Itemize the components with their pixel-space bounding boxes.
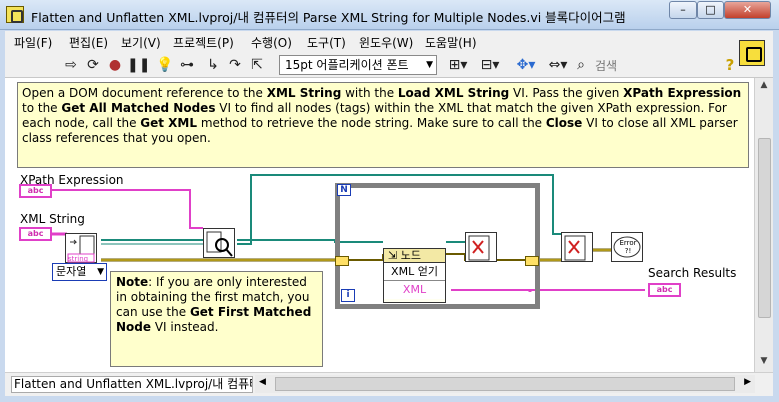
labview-app-icon [6, 6, 24, 23]
vi-icon[interactable] [739, 40, 765, 66]
minimize-button[interactable]: – [669, 1, 697, 19]
horizontal-scrollbar[interactable]: ◀ ▶ [255, 375, 755, 393]
close-x-icon [468, 235, 490, 261]
xml-string-label: XML String [20, 212, 85, 226]
menu-bar: 파일(F) 편집(E) 보기(V) 프로젝트(P) 수행(O) 도구(T) 윈도… [5, 31, 773, 53]
help-icon[interactable]: ? [721, 56, 739, 75]
invoke-node-get-xml[interactable]: ⇲ 노드 XML 얻기 XML [383, 248, 446, 303]
invoke-output: XML [384, 281, 445, 299]
enum-dropdown-icon: ▼ [97, 267, 104, 277]
scroll-left-icon[interactable]: ◀ [259, 377, 266, 387]
menu-edit[interactable]: 편집(E) [69, 34, 108, 51]
xpath-expression-control[interactable]: abc [19, 184, 52, 198]
close-document-subvi[interactable] [561, 232, 593, 262]
pause-icon[interactable]: ❚❚ [127, 56, 150, 75]
menu-help[interactable]: 도움말(H) [425, 34, 477, 51]
scroll-thumb[interactable] [758, 138, 771, 318]
step-into-icon[interactable]: ↳ [203, 56, 223, 75]
title-bar: Flatten and Unflatten XML.lvproj/내 컴퓨터의 … [0, 0, 779, 30]
project-path: Flatten and Unflatten XML.lvproj/내 컴퓨터 [11, 376, 253, 393]
xml-string-control[interactable]: abc [19, 227, 52, 241]
menu-tools[interactable]: 도구(T) [307, 34, 346, 51]
scroll-up-icon[interactable]: ▲ [757, 80, 771, 94]
loop-count-terminal[interactable]: N [337, 184, 351, 196]
menu-file[interactable]: 파일(F) [14, 34, 52, 51]
close-node-subvi[interactable] [465, 232, 497, 262]
arrow-icon: ⇲ [388, 249, 401, 262]
align-objects-icon[interactable]: ⊞▾ [445, 56, 471, 75]
scroll-down-icon[interactable]: ▼ [757, 356, 771, 370]
window-title: Flatten and Unflatten XML.lvproj/내 컴퓨터의 … [31, 10, 626, 25]
node-type-enum[interactable]: 문자열 ▼ [52, 263, 107, 281]
step-over-icon[interactable]: ↷ [225, 56, 245, 75]
font-selector-value: 15pt 어플리케이션 폰트 [285, 58, 409, 72]
shift-register-left[interactable] [335, 256, 349, 266]
menu-window[interactable]: 윈도우(W) [359, 34, 413, 51]
block-diagram[interactable]: Open a DOM document reference to the XML… [5, 78, 754, 372]
shift-register-right[interactable] [525, 256, 539, 266]
run-continuously-icon[interactable]: ⟳ [83, 56, 103, 75]
close-x-icon [564, 235, 586, 261]
reorder-icon[interactable]: ✥▾ [513, 56, 539, 75]
font-selector[interactable]: 15pt 어플리케이션 폰트 ▼ [279, 55, 437, 75]
invoke-method: XML 얻기 [384, 263, 445, 281]
distribute-objects-icon[interactable]: ⊟▾ [477, 56, 503, 75]
toolbar: ⇨ ⟳ ● ❚❚ 💡 ⊶ ↳ ↷ ⇱ 15pt 어플리케이션 폰트 ▼ ⊞▾ ⊟… [5, 53, 773, 78]
menu-view[interactable]: 보기(V) [121, 34, 161, 51]
cleanup-diagram-icon[interactable]: ⇔▾ [545, 56, 571, 75]
highlight-execution-icon[interactable]: 💡 [155, 56, 175, 75]
maximize-button[interactable]: □ [697, 1, 724, 19]
retain-wire-values-icon[interactable]: ⊶ [177, 56, 197, 75]
note-comment: Note: If you are only interested in obta… [110, 271, 323, 367]
status-bar: Flatten and Unflatten XML.lvproj/내 컴퓨터 ◀… [5, 372, 773, 396]
vertical-scrollbar[interactable]: ▲ ▼ [754, 78, 773, 372]
close-button[interactable]: ✕ [724, 1, 771, 19]
search-results-label: Search Results [648, 266, 737, 280]
abort-icon[interactable]: ● [105, 56, 125, 75]
chevron-down-icon: ▼ [426, 60, 433, 70]
search-icon: ⌕ [577, 57, 585, 73]
menu-operate[interactable]: 수행(O) [251, 34, 292, 51]
search-input[interactable]: 검색 [591, 57, 701, 75]
search-results-indicator[interactable]: abc [648, 283, 681, 297]
enum-value: 문자열 [56, 265, 87, 278]
menu-project[interactable]: 프로젝트(P) [173, 34, 234, 51]
invoke-node-header: ⇲ 노드 [384, 249, 445, 263]
simple-error-handler-subvi[interactable]: Error ?! [611, 232, 643, 262]
get-all-matched-nodes-subvi[interactable] [203, 228, 235, 258]
horizontal-scroll-thumb[interactable] [275, 377, 735, 391]
loop-index-terminal[interactable]: i [341, 289, 355, 302]
string-tag: string [68, 255, 89, 263]
scroll-right-icon[interactable]: ▶ [744, 377, 751, 387]
run-arrow-icon[interactable]: ⇨ [61, 56, 81, 75]
step-out-icon[interactable]: ⇱ [247, 56, 267, 75]
magnifier-icon [206, 231, 233, 257]
error-text: Error ?! [619, 239, 637, 255]
